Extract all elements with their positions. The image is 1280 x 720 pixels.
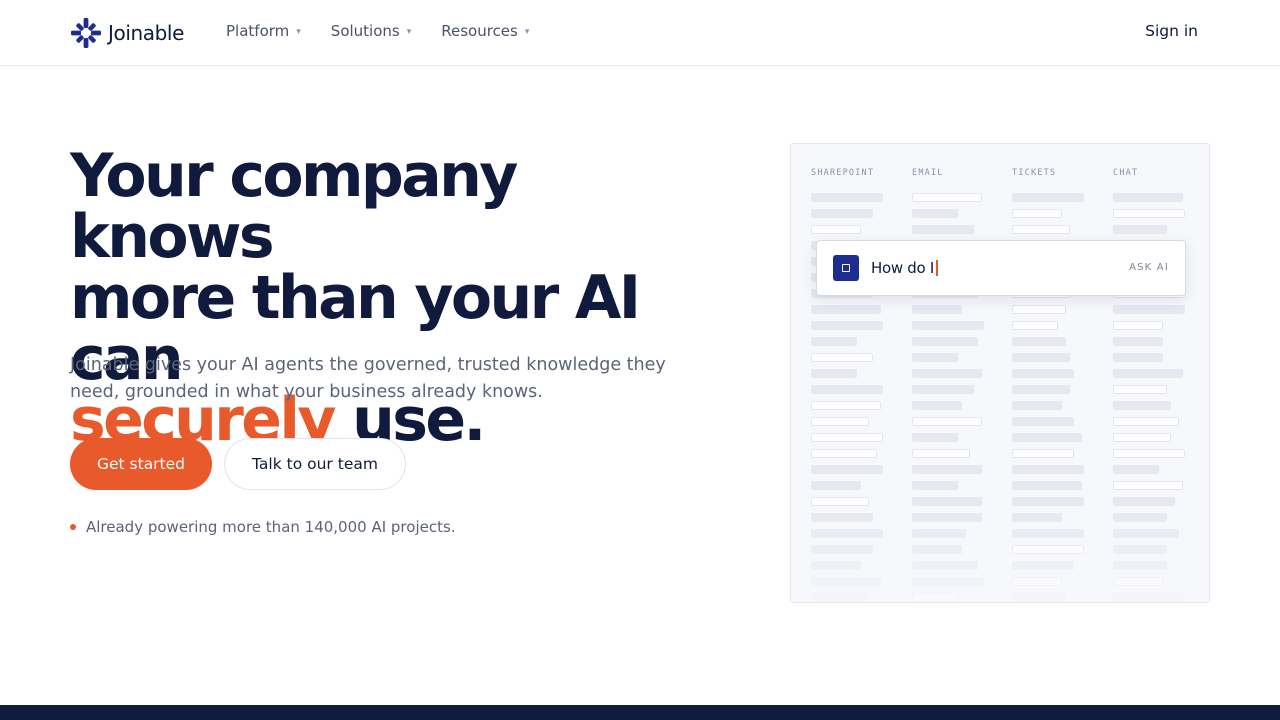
placeholder-row [1012, 321, 1058, 330]
placeholder-row [1012, 497, 1084, 506]
placeholder-row [1113, 465, 1159, 474]
placeholder-row [811, 401, 881, 410]
bullet-dot-icon [70, 524, 76, 530]
placeholder-row [912, 353, 958, 362]
chevron-down-icon: ▾ [406, 26, 412, 37]
placeholder-row [1012, 353, 1070, 362]
nav-item-resources[interactable]: Resources ▾ [441, 22, 529, 40]
placeholder-row [912, 369, 982, 378]
square-app-icon [833, 255, 859, 281]
placeholder-row [1012, 433, 1082, 442]
placeholder-row [1113, 433, 1171, 442]
placeholder-row [912, 449, 970, 458]
placeholder-row [811, 369, 857, 378]
placeholder-row [1113, 321, 1163, 330]
ask-ai-query[interactable]: How do I [871, 259, 938, 277]
nav-item-label: Platform [226, 22, 290, 40]
placeholder-row [811, 481, 861, 490]
source-label-sharepoint: SHAREPOINT [811, 168, 875, 178]
placeholder-row [1012, 449, 1074, 458]
placeholder-row [1113, 497, 1175, 506]
sign-in-link[interactable]: Sign in [1145, 22, 1198, 40]
knowledge-sources-illustration: SHAREPOINT EMAIL TICKETS CHAT How do I A… [790, 143, 1210, 603]
placeholder-row [811, 193, 883, 202]
placeholder-row [811, 209, 873, 218]
placeholder-row [1113, 401, 1171, 410]
starburst-logo-icon [71, 18, 101, 48]
placeholder-row [912, 433, 958, 442]
placeholder-row [811, 449, 877, 458]
placeholder-row [912, 305, 962, 314]
nav-item-label: Resources [441, 22, 518, 40]
placeholder-row [1012, 369, 1074, 378]
hero-subtext: Joinable gives your AI agents the govern… [70, 355, 666, 402]
placeholder-row [1113, 225, 1167, 234]
placeholder-row [1113, 385, 1167, 394]
chevron-down-icon: ▾ [296, 26, 301, 37]
placeholder-row [1012, 417, 1074, 426]
social-proof: Already powering more than 140,000 AI pr… [70, 518, 456, 536]
placeholder-row [912, 417, 982, 426]
placeholder-row [811, 465, 883, 474]
placeholder-row [1012, 481, 1082, 490]
brand-name: Joinable [108, 21, 184, 45]
placeholder-row [1012, 305, 1066, 314]
placeholder-row [1113, 209, 1185, 218]
placeholder-row [1012, 337, 1066, 346]
placeholder-row [912, 481, 958, 490]
talk-to-team-button[interactable]: Talk to our team [224, 438, 406, 490]
placeholder-row [1113, 337, 1163, 346]
text-cursor-icon [935, 260, 938, 276]
placeholder-row [1012, 401, 1062, 410]
source-label-chat: CHAT [1113, 168, 1139, 178]
headline-line-1: Your company knows [70, 141, 518, 272]
main-nav: Platform ▾ Solutions ▾ Resources ▾ [226, 22, 529, 40]
chevron-down-icon: ▾ [524, 26, 530, 37]
get-started-button[interactable]: Get started [70, 438, 212, 490]
placeholder-row [811, 305, 881, 314]
footer-band [0, 705, 1280, 720]
ask-ai-box[interactable]: How do I ASK AI [816, 240, 1186, 296]
placeholder-row [1012, 193, 1084, 202]
placeholder-row [912, 465, 982, 474]
placeholder-row [912, 337, 978, 346]
placeholder-row [1113, 193, 1183, 202]
placeholder-row [811, 337, 857, 346]
placeholder-row [912, 193, 982, 202]
placeholder-row [1113, 449, 1185, 458]
placeholder-row [912, 401, 962, 410]
nav-item-solutions[interactable]: Solutions ▾ [331, 22, 411, 40]
placeholder-row [811, 385, 883, 394]
source-label-email: EMAIL [912, 168, 944, 178]
brand-logo-link[interactable]: Joinable [70, 16, 184, 50]
placeholder-row [1113, 417, 1179, 426]
placeholder-row [1012, 385, 1070, 394]
social-proof-text: Already powering more than 140,000 AI pr… [86, 518, 456, 536]
placeholder-row [811, 225, 861, 234]
placeholder-row [912, 321, 984, 330]
nav-item-platform[interactable]: Platform ▾ [226, 22, 301, 40]
placeholder-row [912, 225, 974, 234]
placeholder-row [1012, 465, 1084, 474]
source-label-tickets: TICKETS [1012, 168, 1057, 178]
placeholder-row [1113, 305, 1185, 314]
placeholder-row [1012, 209, 1062, 218]
source-column-labels: SHAREPOINT EMAIL TICKETS CHAT [811, 168, 1209, 182]
nav-item-label: Solutions [330, 22, 400, 40]
placeholder-row [912, 385, 974, 394]
placeholder-row [1113, 481, 1183, 490]
placeholder-row [811, 433, 883, 442]
placeholder-row [811, 497, 869, 506]
placeholder-row [912, 497, 982, 506]
placeholder-row [811, 353, 873, 362]
placeholder-row [1113, 369, 1183, 378]
placeholder-row [811, 417, 869, 426]
placeholder-row [1113, 353, 1163, 362]
ask-ai-label: ASK AI [1129, 262, 1169, 273]
placeholder-row [912, 209, 958, 218]
placeholder-row [811, 321, 883, 330]
placeholder-row [1012, 225, 1070, 234]
top-navigation-bar: Joinable Platform ▾ Solutions ▾ Resource… [0, 0, 1280, 66]
bottom-fade [791, 512, 1209, 602]
